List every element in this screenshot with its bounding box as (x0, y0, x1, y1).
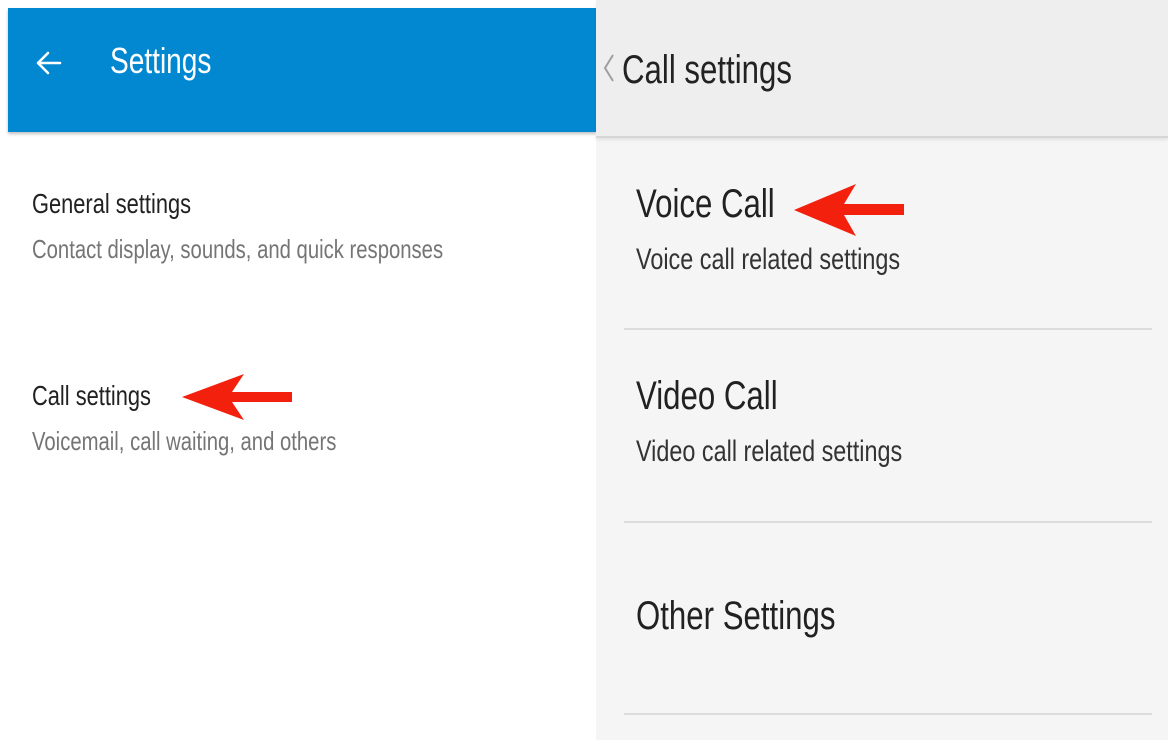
general-settings-subtitle: Contact display, sounds, and quick respo… (32, 234, 444, 264)
voice-call-subtitle: Voice call related settings (636, 243, 901, 276)
settings-screen: Settings General settings Contact displa… (8, 8, 596, 740)
divider (624, 521, 1152, 523)
other-settings-title: Other Settings (636, 594, 836, 638)
divider (624, 328, 1152, 330)
red-pointer-arrow-icon (182, 374, 292, 420)
chevron-left-icon[interactable] (602, 53, 616, 83)
page-title: Call settings (622, 48, 792, 92)
general-settings-title: General settings (32, 188, 192, 219)
divider (624, 713, 1152, 715)
page-title: Settings (110, 40, 212, 81)
general-settings-item[interactable]: General settings Contact display, sounds… (32, 188, 572, 265)
video-call-title: Video Call (636, 374, 778, 418)
arrow-left-icon[interactable] (34, 48, 64, 78)
call-settings-screen: Call settings Voice Call Voice call rela… (596, 0, 1168, 740)
header-bar: Call settings (596, 0, 1168, 138)
call-settings-subtitle: Voicemail, call waiting, and others (32, 426, 337, 456)
call-settings-title: Call settings (32, 380, 151, 411)
app-bar: Settings (8, 8, 596, 132)
call-settings-item[interactable]: Call settings Voicemail, call waiting, a… (32, 380, 572, 457)
video-call-subtitle: Video call related settings (636, 435, 903, 468)
voice-call-title: Voice Call (636, 182, 775, 226)
video-call-item[interactable]: Video Call Video call related settings (636, 374, 1156, 469)
other-settings-item[interactable]: Other Settings (636, 594, 1156, 639)
red-pointer-arrow-icon (794, 184, 904, 236)
